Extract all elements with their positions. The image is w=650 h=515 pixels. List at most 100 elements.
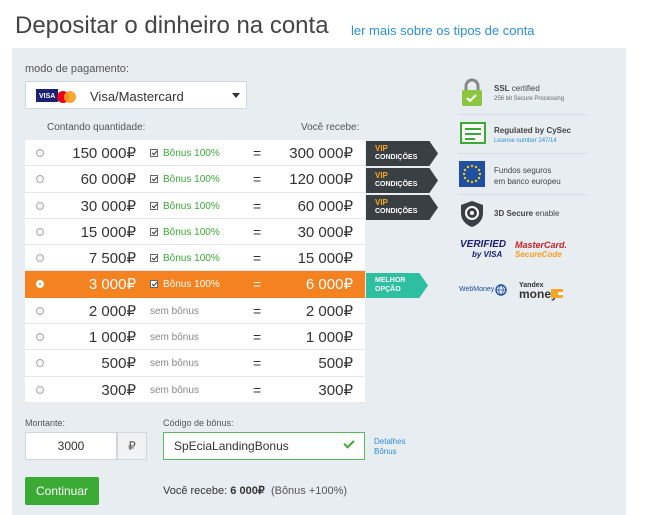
amount-input[interactable]	[25, 432, 117, 460]
bonus-checkbox[interactable]	[150, 227, 158, 236]
verified-by-visa-line1: VERIFIED	[460, 239, 507, 250]
equals-sign: =	[253, 250, 262, 267]
verified-by-visa-logo: VERIFIED by VISA	[460, 240, 510, 260]
deposit-option-radio[interactable]	[36, 306, 44, 315]
bonus-checkbox[interactable]	[150, 201, 158, 210]
receive-amount: 6 000₽	[305, 276, 353, 294]
deposit-option-radio[interactable]	[36, 201, 44, 210]
vip-tag-line1: VIP	[375, 171, 388, 180]
receive-amount: 120 000₽	[289, 171, 353, 189]
deposit-option-row[interactable]: 30 000₽ Bônus 100% = 60 000₽	[25, 192, 365, 219]
deposit-option-radio[interactable]	[36, 254, 44, 263]
bonus-code-label: Código de bônus:	[163, 418, 234, 428]
svg-text:VISA: VISA	[39, 93, 55, 100]
equals-sign: =	[253, 381, 262, 398]
deposit-option-row[interactable]: 1 000₽ sem bônus = 1 000₽	[25, 324, 365, 351]
vip-conditions-tag: VIP CONDIÇÕES	[366, 168, 438, 193]
bonus-checkbox[interactable]	[150, 254, 158, 263]
deposit-option-radio[interactable]	[36, 280, 44, 289]
bonus-label: Bônus 100%	[163, 148, 220, 159]
payment-method-label: modo de pagamento:	[25, 63, 129, 75]
bonus-details-link[interactable]: Detalhes Bônus	[374, 437, 414, 457]
vip-tag-line1: VIP	[375, 198, 388, 207]
continue-button[interactable]: Continuar	[25, 477, 99, 505]
equals-sign: =	[253, 171, 262, 188]
bonus-code-input[interactable]	[163, 432, 365, 460]
deposit-options-list: 150 000₽ Bônus 100% = 300 000₽ 60 000₽ B…	[25, 140, 365, 403]
equals-sign: =	[253, 223, 262, 240]
equals-sign: =	[253, 329, 262, 346]
yandex-wallet-icon	[551, 289, 563, 298]
receive-amount: 1 000₽	[305, 329, 353, 347]
equals-sign: =	[253, 302, 262, 319]
equals-sign: =	[253, 197, 262, 214]
receive-column-header: Você recebe:	[301, 122, 360, 133]
best-tag-line2: OPÇÃO	[375, 286, 401, 293]
3d-secure-title: 3D Secure	[494, 209, 534, 218]
bonus-label: Bônus 100%	[163, 174, 220, 186]
bonus-label: sem bônus	[150, 332, 199, 344]
payment-method-select[interactable]: VISA Visa/Mastercard	[25, 81, 247, 109]
amount-column-header: Contando quantidade:	[47, 122, 146, 133]
equals-sign: =	[253, 355, 262, 372]
bonus-checkbox[interactable]	[150, 280, 158, 289]
chevron-down-icon	[232, 93, 240, 98]
vip-tag-line2: CONDIÇÕES	[375, 154, 418, 161]
ssl-subtitle: 256 bit Secure Processing	[494, 96, 565, 102]
deposit-option-row-selected[interactable]: 3 000₽ Bônus 100% = 6 000₽	[25, 271, 365, 298]
deposit-option-row[interactable]: 150 000₽ Bônus 100% = 300 000₽	[25, 140, 365, 167]
deposit-option-radio[interactable]	[36, 227, 44, 236]
eu-funds-line2: em banco europeu	[494, 177, 561, 186]
deposit-option-row[interactable]: 15 000₽ Bônus 100% = 30 000₽	[25, 218, 365, 246]
receive-amount: 500₽	[318, 355, 353, 373]
deposit-option-radio[interactable]	[36, 359, 44, 368]
visa-mastercard-icon: VISA	[36, 89, 76, 103]
deposit-option-row[interactable]: 300₽ sem bônus = 300₽	[25, 376, 365, 403]
best-option-tag: MELHOR OPÇÃO	[366, 273, 428, 298]
bonus-checkbox[interactable]	[150, 149, 158, 157]
bonus-label: Bônus 100%	[163, 226, 220, 238]
summary-label: Você recebe:	[163, 485, 228, 497]
cysec-title: Regulated by CySec	[494, 126, 571, 135]
eu-funds-line1: Fundos seguros	[494, 166, 552, 175]
receive-summary: Você recebe: 6 000₽ (Bônus +100%)	[163, 484, 347, 497]
cysec-certificate-icon	[460, 122, 486, 144]
deposit-amount: 150 000₽	[72, 145, 136, 162]
deposit-amount: 60 000₽	[80, 171, 136, 189]
deposit-option-row[interactable]: 7 500₽ Bônus 100% = 15 000₽	[25, 245, 365, 272]
webmoney-globe-icon	[495, 284, 507, 296]
deposit-amount: 500₽	[101, 355, 136, 373]
deposit-option-radio[interactable]	[36, 333, 44, 342]
bonus-label: Bônus 100%	[163, 253, 220, 265]
deposit-option-radio[interactable]	[36, 385, 44, 394]
details-line2: Bônus	[374, 447, 397, 456]
deposit-amount: 30 000₽	[80, 197, 136, 215]
ssl-title-rest: certified	[511, 84, 540, 93]
deposit-amount: 2 000₽	[88, 302, 136, 320]
best-tag-line1: MELHOR	[375, 277, 406, 284]
equals-sign: =	[253, 276, 262, 293]
account-types-link[interactable]: ler mais sobre os tipos de conta	[351, 23, 535, 38]
bonus-label: sem bônus	[150, 358, 199, 370]
mastercard-line2: SecureCode	[515, 250, 562, 259]
summary-value: 6 000₽	[230, 485, 265, 497]
vip-tag-line2: CONDIÇÕES	[375, 208, 418, 215]
bonus-label: Bônus 100%	[163, 200, 220, 212]
deposit-option-row[interactable]: 2 000₽ sem bônus = 2 000₽	[25, 297, 365, 325]
receive-amount: 30 000₽	[297, 223, 353, 241]
eu-flag-icon	[459, 161, 485, 187]
deposit-amount: 7 500₽	[88, 250, 136, 268]
deposit-option-radio[interactable]	[36, 149, 44, 157]
bonus-checkbox[interactable]	[150, 175, 158, 184]
deposit-amount: 15 000₽	[80, 223, 136, 241]
deposit-option-radio[interactable]	[36, 175, 44, 184]
receive-amount: 300₽	[318, 381, 353, 399]
deposit-option-row[interactable]: 500₽ sem bônus = 500₽	[25, 350, 365, 377]
vip-conditions-tag: VIP CONDIÇÕES	[366, 141, 438, 166]
currency-symbol: ₽	[117, 432, 147, 460]
vip-tag-line1: VIP	[375, 144, 388, 153]
3d-secure-shield-icon	[461, 201, 483, 227]
deposit-option-row[interactable]: 60 000₽ Bônus 100% = 120 000₽	[25, 166, 365, 193]
receive-amount: 2 000₽	[305, 302, 353, 320]
summary-bonus: (Bônus +100%)	[270, 485, 348, 497]
